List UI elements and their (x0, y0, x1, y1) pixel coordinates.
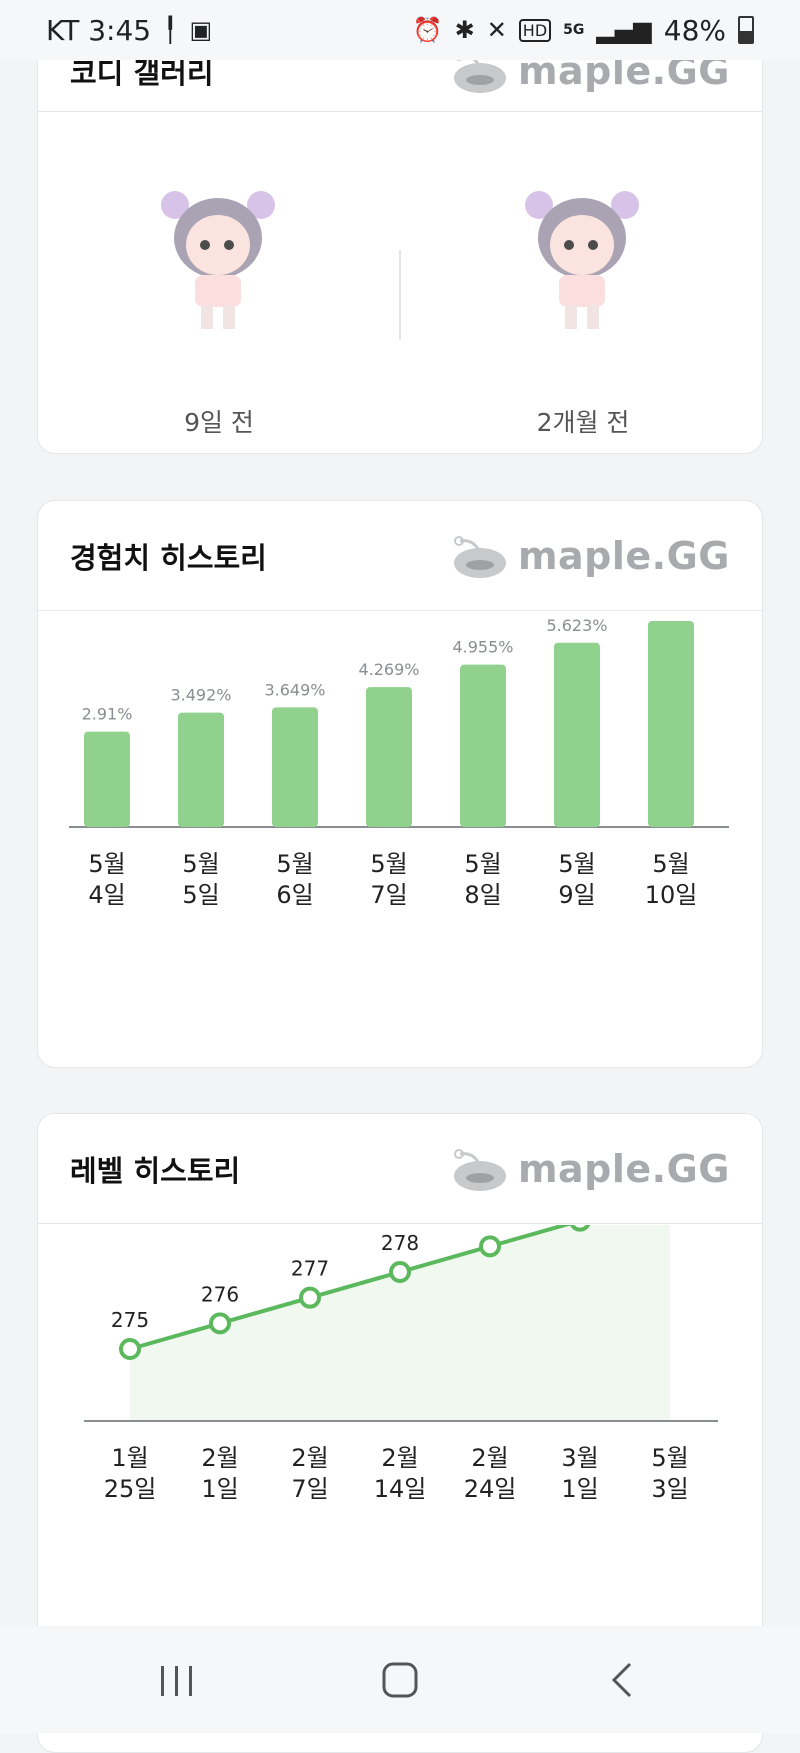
character-avatar (525, 191, 639, 329)
alarm-icon: ⏰ (412, 16, 443, 44)
avatar-item[interactable]: 9일 전 (38, 113, 400, 453)
card-title: 경험치 히스토리 (70, 540, 267, 575)
back-icon[interactable] (602, 1658, 646, 1702)
level-value-label: 275 (111, 1308, 149, 1332)
avatar-caption: 9일 전 (184, 408, 254, 437)
x-tick-label-day: 9일 (558, 881, 595, 909)
carrier-time: KT 3:45 (46, 13, 152, 47)
card-title: 레벨 히스토리 (70, 1153, 241, 1188)
recent-apps-icon[interactable] (155, 1658, 199, 1702)
exp-bar (460, 664, 506, 827)
usb-icon: ╿ (163, 16, 178, 44)
brand-text: maple.GG (517, 1146, 730, 1191)
coordi-card: 코디 갤러리 maple.GG 9일 전 2개월 전 (37, 30, 763, 454)
x-tick-label-month: 2월 (471, 1444, 508, 1472)
x-tick-label-day: 10일 (645, 881, 698, 909)
5g-icon: 5G (563, 22, 585, 38)
x-tick-label-day: 7일 (291, 1475, 328, 1503)
x-tick-label-month: 2월 (291, 1444, 328, 1472)
level-point (209, 1312, 231, 1335)
x-tick-label-day: 7일 (370, 881, 407, 909)
mushroom-logo-icon (453, 1148, 506, 1191)
exp-value-label: 3.649% (264, 680, 325, 699)
avatar-item[interactable]: 2개월 전 (402, 113, 762, 453)
card-header: 레벨 히스토리 maple.GG (38, 1114, 762, 1224)
x-tick-label-day: 3일 (651, 1475, 688, 1503)
exp-bar (178, 712, 224, 827)
level-value-label: 277 (291, 1257, 329, 1281)
x-tick-label-month: 2월 (381, 1444, 418, 1472)
brand-logo: maple.GG (452, 533, 730, 579)
x-tick-label-month: 3월 (561, 1444, 598, 1472)
status-bar: KT 3:45 ╿ ▣ ⏰ ✱ ✕ HD 5G ▂▄▆ 48% (0, 0, 800, 60)
avatar-caption: 2개월 전 (536, 408, 630, 437)
brand-logo: maple.GG (452, 1146, 730, 1192)
x-tick-label-month: 5월 (276, 850, 313, 878)
x-tick-label-day: 1일 (201, 1475, 238, 1503)
exp-value-label: 5.623% (546, 616, 607, 635)
avatar-divider (399, 250, 401, 340)
exp-value-label: 4.269% (358, 660, 419, 679)
level-value-label: 276 (201, 1282, 239, 1306)
status-right: ⏰ ✱ ✕ HD 5G ▂▄▆ 48% (413, 14, 754, 47)
exp-bar (554, 642, 600, 827)
exp-bar (84, 731, 130, 827)
navigation-bar (0, 1626, 800, 1733)
x-tick-label-day: 25일 (104, 1475, 157, 1503)
mushroom-logo-icon (453, 535, 506, 578)
exp-bar-chart: 2.91% 5월 4일 3.492% 5월 5일 3.649% 5월 6일 4.269% 5월 7일 4… (69, 612, 729, 909)
level-point (299, 1286, 321, 1309)
avatar-gallery: 9일 전 2개월 전 (38, 113, 762, 453)
x-tick-label-month: 5월 (370, 850, 407, 878)
x-tick-label-month: 5월 (88, 850, 125, 878)
status-left: KT 3:45 ╿ ▣ (46, 14, 212, 47)
x-tick-label-month: 2월 (201, 1444, 238, 1472)
x-tick-label-month: 5월 (558, 850, 595, 878)
mute-icon: ✕ (486, 16, 507, 44)
character-avatar (161, 191, 275, 329)
x-tick-label-day: 24일 (464, 1475, 517, 1503)
x-tick-label-day: 1일 (561, 1475, 598, 1503)
exp-value-label: 4.955% (452, 638, 513, 657)
image-icon: ▣ (189, 16, 213, 44)
exp-bar (366, 687, 412, 827)
x-tick-label-day: 5일 (182, 881, 219, 909)
x-tick-label-month: 5월 (652, 850, 689, 878)
x-tick-label-day: 6일 (276, 881, 313, 909)
battery-icon (738, 16, 754, 44)
level-point (389, 1261, 411, 1283)
battery-text: 48% (663, 13, 726, 47)
x-tick-label-day: 8일 (464, 881, 501, 909)
x-tick-label-day: 4일 (88, 881, 125, 909)
exp-value-label: 2.91% (82, 705, 133, 724)
brand-text: maple.GG (517, 533, 730, 578)
x-tick-label-month: 5월 (464, 850, 501, 878)
card-header: 경험치 히스토리 maple.GG (38, 501, 762, 611)
exp-history-card: 경험치 히스토리 maple.GG 2.91% 5월 4일 3.492% 5월 5일 3.6… (37, 500, 763, 1068)
level-value-label: 278 (381, 1231, 419, 1255)
level-point (119, 1338, 141, 1360)
hd-icon: HD (518, 18, 552, 42)
exp-value-label: 3.492% (170, 686, 231, 705)
x-tick-label-month: 5월 (182, 850, 219, 878)
level-value-label: 279 (471, 1225, 509, 1229)
exp-bar (272, 707, 318, 827)
signal-icon: ▂▄▆ (596, 16, 652, 44)
exp-bar (648, 621, 694, 827)
exp-value-label: 6.287% (640, 612, 701, 613)
level-line-chart: 2751월25일2762월1일2772월7일2782월14일2792월24일28… (84, 1225, 718, 1503)
x-tick-label-month: 1월 (111, 1444, 148, 1472)
home-icon[interactable] (378, 1658, 422, 1702)
bluetooth-icon: ✱ (454, 16, 475, 44)
level-point (569, 1225, 591, 1232)
x-tick-label-month: 5월 (651, 1444, 688, 1472)
x-tick-label-day: 14일 (374, 1475, 427, 1503)
level-point (479, 1235, 501, 1258)
